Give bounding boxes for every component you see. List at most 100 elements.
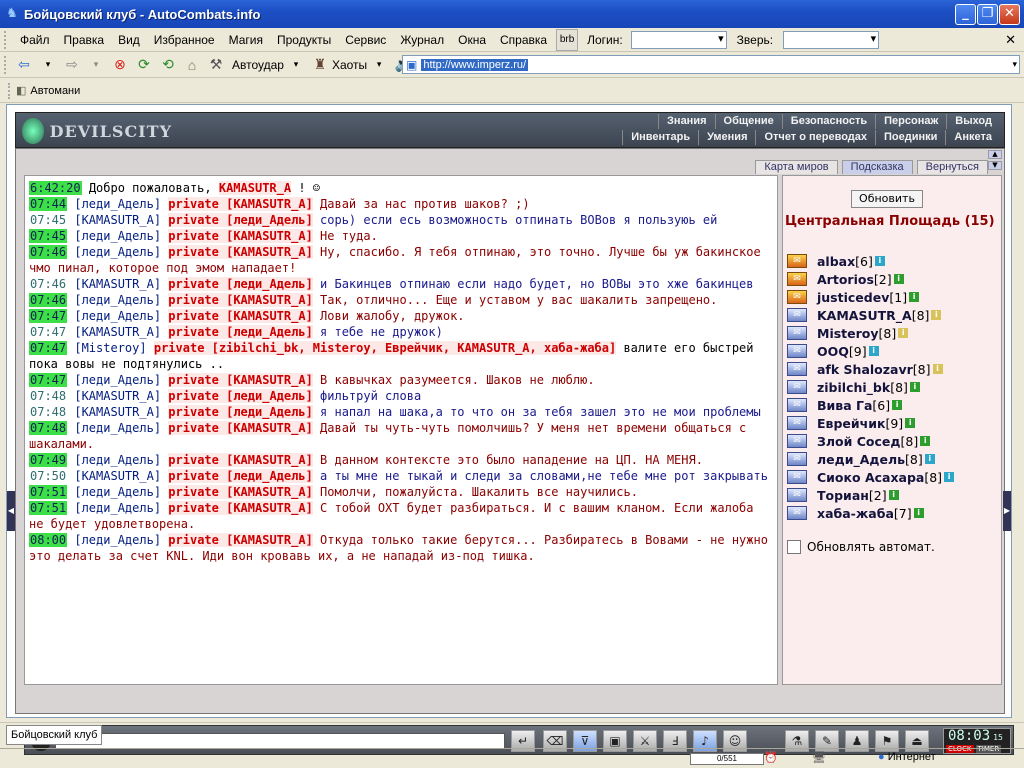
user-row[interactable]: ✉ afk Shalozavr [8] i (787, 360, 999, 378)
forward-icon[interactable]: ⇨ (61, 54, 83, 76)
chat-private-recipients[interactable]: private [леди_Адель] (168, 213, 313, 227)
close-button[interactable]: ✕ (999, 4, 1020, 25)
private-message-icon[interactable]: ✉ (787, 470, 807, 484)
tab-world-map[interactable]: Карта миров (755, 160, 838, 174)
private-message-icon[interactable]: ✉ (787, 308, 807, 322)
chat-nick[interactable]: [леди_Адель] (74, 293, 161, 307)
chat-timestamp[interactable]: 07:47 (29, 341, 68, 355)
user-row[interactable]: ✉ Вива Га [6] i (787, 396, 999, 414)
chat-timestamp[interactable]: 07:46 (29, 293, 68, 307)
stop-icon[interactable]: ⊗ (109, 54, 131, 76)
chat-private-recipients[interactable]: private [KAMASUTR_A] (168, 229, 313, 243)
nav-character[interactable]: Персонаж (875, 114, 946, 129)
chat-private-recipients[interactable]: KAMASUTR_A (218, 181, 292, 195)
automan-link[interactable]: Автомани (30, 85, 80, 97)
chat-private-recipients[interactable]: private [KAMASUTR_A] (168, 293, 313, 307)
chat-timestamp[interactable]: 07:48 (29, 405, 67, 419)
chat-private-recipients[interactable]: private [леди_Адель] (168, 389, 313, 403)
user-name[interactable]: хаба-жаба (817, 506, 894, 521)
chat-nick[interactable]: [Misteroy] (74, 341, 146, 355)
login-combo[interactable] (630, 30, 727, 49)
user-row[interactable]: ✉ OOQ [9] i (787, 342, 999, 360)
private-message-icon[interactable]: ✉ (787, 254, 807, 268)
user-info-icon[interactable]: i (924, 454, 935, 464)
user-info-icon[interactable]: i (920, 436, 931, 446)
user-name[interactable]: Еврейчик (817, 416, 885, 431)
user-row[interactable]: ✉ Злой Сосед [8] i (787, 432, 999, 450)
nav-exit[interactable]: Выход (946, 114, 1000, 129)
menu-edit[interactable]: Правка (58, 33, 113, 47)
nav-security[interactable]: Безопасность (781, 114, 875, 129)
menu-help[interactable]: Справка (494, 33, 555, 47)
user-info-icon[interactable]: i (888, 490, 899, 500)
chat-private-recipients[interactable]: private [KAMASUTR_A] (168, 501, 313, 515)
user-name[interactable]: Misteroy (817, 326, 879, 341)
tab-return[interactable]: Вернуться (916, 160, 988, 174)
user-row[interactable]: ✉ KAMASUTR_A [8] i (787, 306, 999, 324)
chat-timestamp[interactable]: 07:46 (29, 245, 68, 259)
taskbar-item[interactable]: Бойцовский клуб (6, 724, 103, 745)
right-collapse-icon[interactable]: ▶ (1003, 491, 1011, 531)
address-input[interactable]: http://www.imperz.ru/ (421, 58, 529, 71)
autostrike-button[interactable]: Автоудар (232, 58, 284, 72)
nav-fights[interactable]: Поединки (875, 130, 945, 145)
user-info-icon[interactable]: i (909, 292, 920, 302)
menu-file[interactable]: Файл (14, 33, 58, 47)
private-message-icon[interactable]: ✉ (787, 344, 807, 358)
back-dropdown-icon[interactable]: ▾ (37, 54, 59, 76)
nav-inventory[interactable]: Инвентарь (622, 130, 698, 145)
chaos-dropdown-icon[interactable]: ▾ (368, 54, 390, 76)
chat-nick[interactable]: [KAMASUTR_A] (74, 213, 161, 227)
chat-private-recipients[interactable]: private [KAMASUTR_A] (168, 533, 313, 547)
private-message-icon[interactable]: ✉ (787, 398, 807, 412)
user-name[interactable]: Artorios (817, 272, 874, 287)
private-message-icon[interactable]: ✉ (787, 452, 807, 466)
chat-nick[interactable]: [леди_Адель] (74, 453, 161, 467)
user-name[interactable]: леди_Адель (817, 452, 905, 467)
chat-private-recipients[interactable]: private [леди_Адель] (168, 469, 313, 483)
chat-timestamp[interactable]: 07:51 (29, 485, 68, 499)
user-info-icon[interactable]: i (944, 472, 955, 482)
menu-service[interactable]: Сервис (339, 33, 394, 47)
chat-private-recipients[interactable]: private [KAMASUTR_A] (168, 373, 313, 387)
user-row[interactable]: ✉ Сиоко Асахара [8] i (787, 468, 999, 486)
chaos-button[interactable]: Хаоты (332, 58, 367, 72)
chat-nick[interactable]: [леди_Адель] (74, 197, 161, 211)
chat-timestamp[interactable]: 07:50 (29, 469, 67, 483)
private-message-icon[interactable]: ✉ (787, 434, 807, 448)
beast-combo[interactable] (783, 30, 880, 49)
brb-icon[interactable]: brb (556, 28, 579, 51)
chat-nick[interactable]: [KAMASUTR_A] (74, 325, 161, 339)
chat-private-recipients[interactable]: private [KAMASUTR_A] (168, 309, 313, 323)
user-info-icon[interactable]: i (874, 256, 885, 266)
chat-private-recipients[interactable]: private [леди_Адель] (168, 405, 313, 419)
user-row[interactable]: ✉ justicedev [1] i (787, 288, 999, 306)
auto-update-checkbox[interactable] (787, 540, 801, 554)
user-name[interactable]: zibilchi_bk (817, 380, 890, 395)
refresh-button[interactable]: Обновить (851, 190, 923, 208)
menubar-close-icon[interactable]: ✕ (1005, 32, 1016, 48)
chat-private-recipients[interactable]: private [zibilchi_bk, Misteroy, Еврейчик… (153, 341, 617, 355)
chat-nick[interactable]: [леди_Адель] (74, 485, 161, 499)
minimize-button[interactable]: _ (955, 4, 976, 25)
chat-timestamp[interactable]: 07:48 (29, 421, 68, 435)
chat-timestamp[interactable]: 07:45 (29, 213, 67, 227)
chat-private-recipients[interactable]: private [KAMASUTR_A] (168, 421, 313, 435)
chat-nick[interactable]: [леди_Адель] (74, 421, 161, 435)
nav-transfers[interactable]: Отчет о переводах (755, 130, 875, 145)
user-name[interactable]: justicedev (817, 290, 889, 305)
scroll-down-icon[interactable]: ▼ (988, 161, 1002, 170)
user-info-icon[interactable]: i (893, 274, 904, 284)
user-row[interactable]: ✉ Misteroy [8] i (787, 324, 999, 342)
chat-timestamp[interactable]: 6:42:20 (29, 181, 82, 195)
nav-profile[interactable]: Анкета (945, 130, 1000, 145)
autostrike-dropdown-icon[interactable]: ▾ (285, 54, 307, 76)
chat-timestamp[interactable]: 08:00 (29, 533, 68, 547)
user-name[interactable]: albax (817, 254, 855, 269)
chat-timestamp[interactable]: 07:46 (29, 277, 67, 291)
chat-nick[interactable]: [KAMASUTR_A] (74, 277, 161, 291)
chat-timestamp[interactable]: 07:51 (29, 501, 68, 515)
alarm-clock-icon[interactable]: ⏰ (764, 751, 778, 764)
chat-nick[interactable]: [леди_Адель] (74, 501, 161, 515)
private-message-icon[interactable]: ✉ (787, 272, 807, 286)
